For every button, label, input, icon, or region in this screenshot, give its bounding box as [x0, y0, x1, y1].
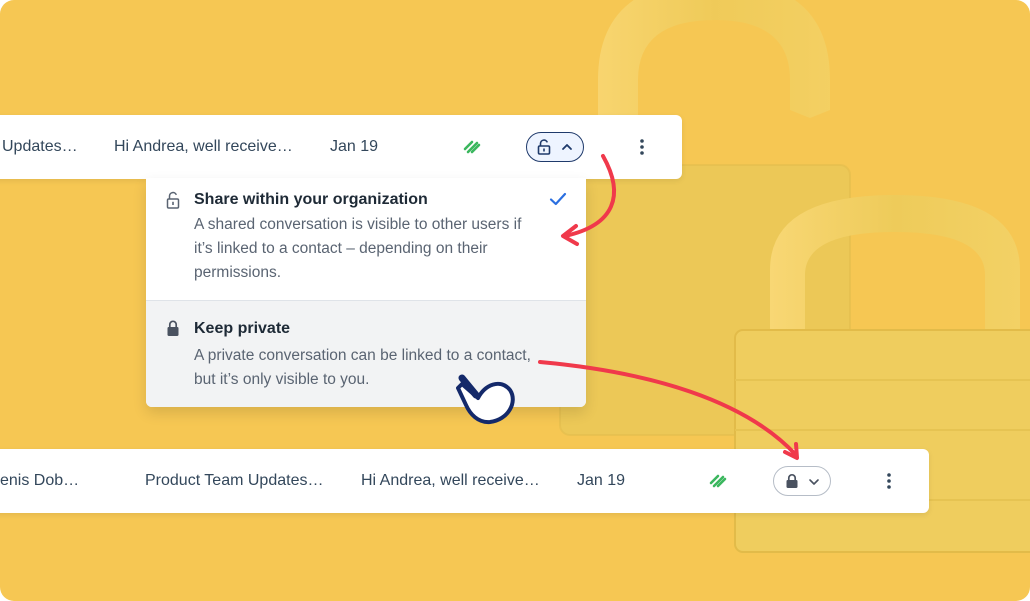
subject-cell: Updates…: [2, 138, 78, 155]
more-options-icon[interactable]: [879, 471, 899, 491]
visibility-menu: Share within your organization A shared …: [146, 178, 586, 407]
chevron-up-icon: [562, 144, 572, 150]
more-options-icon[interactable]: [632, 137, 652, 157]
option-description: A shared conversation is visible to othe…: [194, 216, 522, 281]
option-keep-private[interactable]: Keep private A private conversation can …: [146, 300, 586, 407]
sender-cell: enis Dob…: [0, 472, 80, 489]
option-title: Keep private: [194, 320, 291, 337]
checkmark-icon: [549, 192, 567, 206]
option-share-within-organization[interactable]: Share within your organization A shared …: [146, 178, 586, 300]
locked-padlock-icon: [786, 474, 798, 488]
sync-icon: [709, 474, 727, 488]
option-description: A private conversation can be linked to …: [194, 347, 531, 388]
date-cell: Jan 19: [577, 472, 626, 489]
option-title: Share within your organization: [194, 191, 428, 208]
visibility-dropdown-button[interactable]: [526, 132, 584, 162]
unlocked-padlock-icon: [537, 139, 551, 155]
subject-cell: Product Team Updates…: [145, 472, 324, 489]
visibility-dropdown-button[interactable]: [773, 466, 831, 496]
date-cell: Jan 19: [330, 138, 379, 155]
chevron-down-icon: [809, 479, 819, 485]
conversation-row-top[interactable]: Updates… Hi Andrea, well receive… Jan 19: [0, 115, 682, 179]
illustration-canvas: Updates… Hi Andrea, well receive… Jan 19: [0, 0, 1030, 601]
preview-cell: Hi Andrea, well receive…: [114, 138, 293, 155]
unlocked-padlock-icon: [166, 191, 180, 209]
preview-cell: Hi Andrea, well receive…: [361, 472, 540, 489]
conversation-row-bottom[interactable]: enis Dob… Product Team Updates… Hi Andre…: [0, 449, 929, 513]
sync-icon: [463, 140, 481, 154]
locked-padlock-icon: [167, 320, 179, 336]
